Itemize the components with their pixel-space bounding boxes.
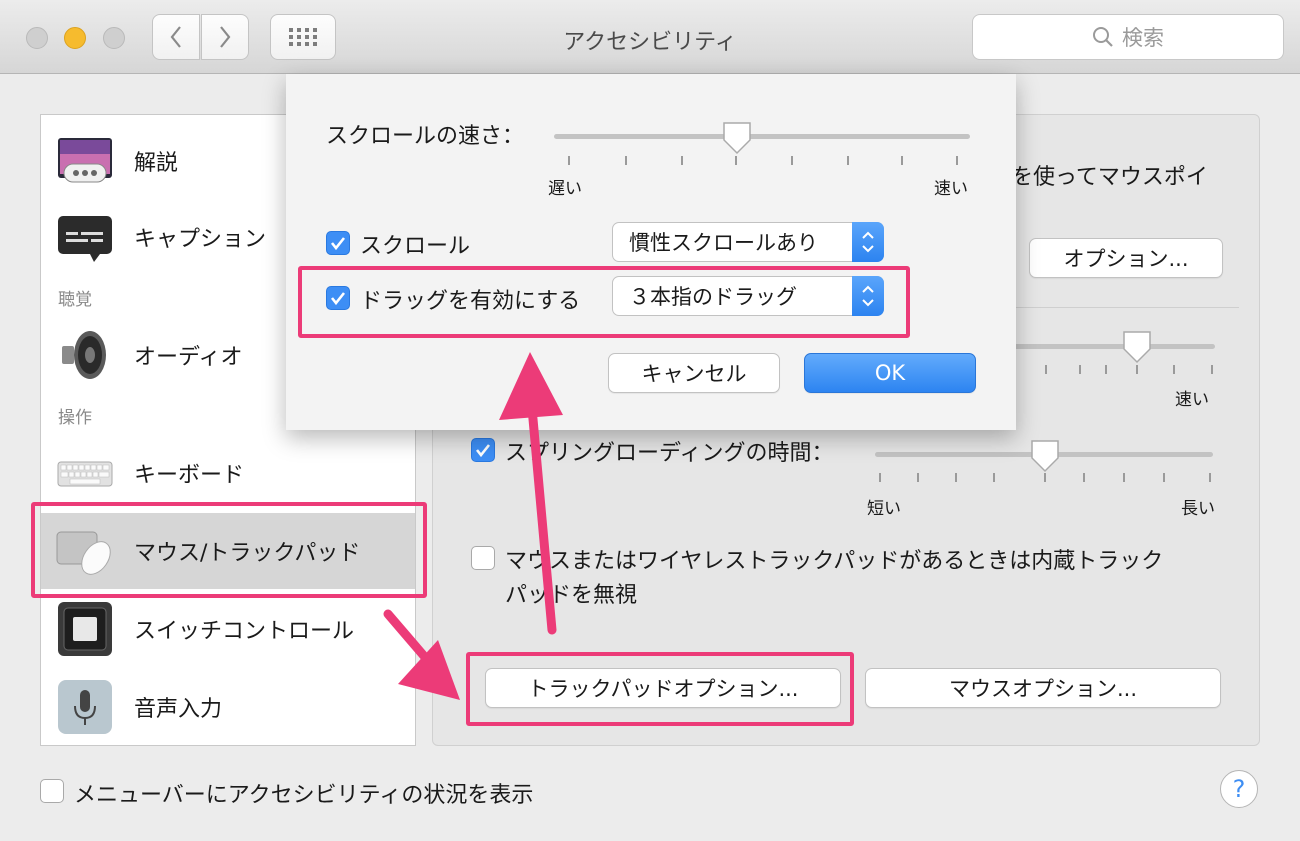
up-arrow-icon [527,403,557,635]
diagonal-arrow-icon [383,609,429,661]
up-arrow-head-icon [499,352,563,420]
diagonal-arrow-head-icon [398,640,460,700]
annotation-arrows [383,352,563,700]
